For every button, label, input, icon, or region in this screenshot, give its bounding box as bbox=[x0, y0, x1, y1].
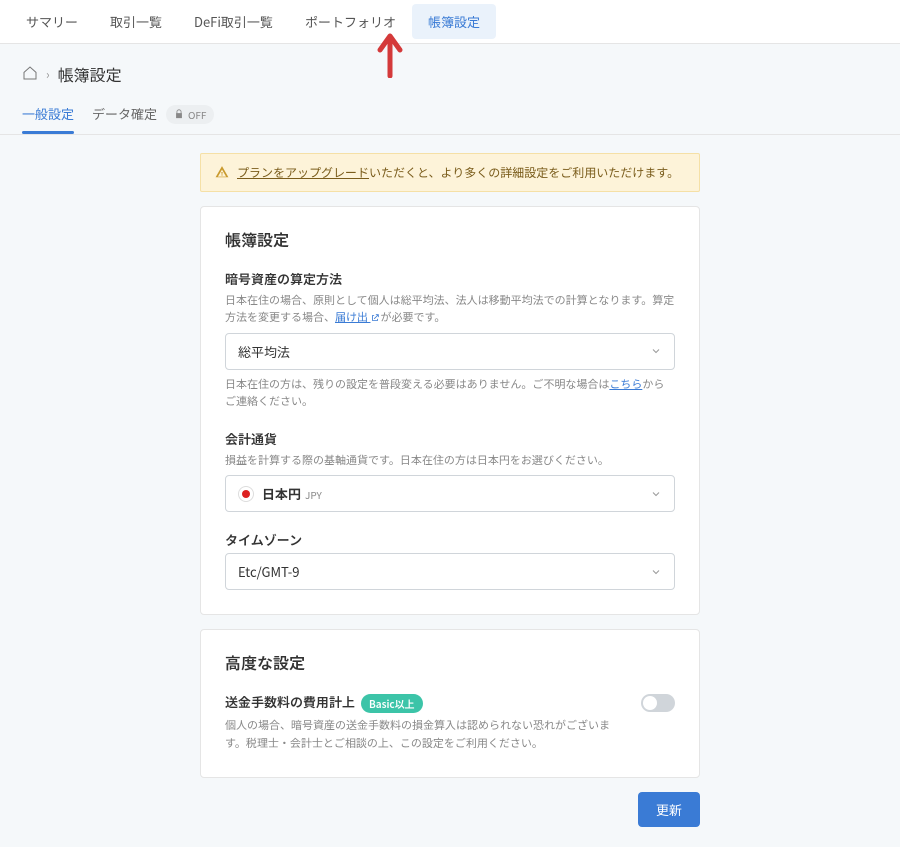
save-button[interactable]: 更新 bbox=[638, 792, 700, 827]
method-selected: 総平均法 bbox=[238, 342, 290, 361]
method-desc: 日本在住の場合、原則として個人は総平均法、法人は移動平均法での計算となります。算… bbox=[225, 292, 675, 327]
nav-transactions[interactable]: 取引一覧 bbox=[94, 0, 178, 43]
upgrade-link[interactable]: プランをアップグレード bbox=[237, 164, 369, 181]
nav-summary[interactable]: サマリー bbox=[10, 0, 94, 43]
method-field: 暗号資産の算定方法 日本在住の場合、原則として個人は総平均法、法人は移動平均法で… bbox=[225, 269, 675, 411]
method-select[interactable]: 総平均法 bbox=[225, 333, 675, 370]
fee-field: 送金手数料の費用計上Basic以上 個人の場合、暗号資産の送金手数料の損金算入は… bbox=[225, 692, 675, 758]
timezone-selected: Etc/GMT-9 bbox=[238, 562, 299, 581]
subtab-label: データ確定 bbox=[92, 104, 157, 123]
external-link-icon bbox=[370, 313, 380, 323]
upgrade-alert: プランをアップグレードいただくと、より多くの詳細設定をご利用いただけます。 bbox=[200, 153, 700, 192]
breadcrumb: › 帳簿設定 bbox=[0, 44, 900, 96]
currency-field: 会計通貨 損益を計算する際の基軸通貨です。日本在住の方は日本円をお選びください。… bbox=[225, 429, 675, 513]
currency-select[interactable]: 日本円 JPY bbox=[225, 475, 675, 512]
currency-code: JPY bbox=[305, 487, 322, 502]
lock-icon bbox=[174, 109, 184, 119]
alert-text: いただくと、より多くの詳細設定をご利用いただけます。 bbox=[369, 164, 679, 181]
fee-toggle[interactable] bbox=[641, 694, 675, 712]
breadcrumb-current: 帳簿設定 bbox=[58, 62, 122, 86]
timezone-field: タイムゾーン Etc/GMT-9 bbox=[225, 530, 675, 590]
breadcrumb-separator: › bbox=[46, 66, 50, 83]
home-icon[interactable] bbox=[22, 62, 38, 86]
content-area: プランをアップグレードいただくと、より多くの詳細設定をご利用いただけます。 帳簿… bbox=[0, 135, 900, 847]
currency-name: 日本円 bbox=[262, 484, 301, 503]
card-title: 高度な設定 bbox=[225, 650, 675, 674]
timezone-select[interactable]: Etc/GMT-9 bbox=[225, 553, 675, 590]
nav-defi[interactable]: DeFi取引一覧 bbox=[178, 0, 289, 43]
subtab-data-confirm[interactable]: データ確定 OFF bbox=[92, 96, 214, 134]
fee-desc: 個人の場合、暗号資産の送金手数料の損金算入は認められない恐れがございます。税理士… bbox=[225, 717, 629, 752]
currency-desc: 損益を計算する際の基軸通貨です。日本在住の方は日本円をお選びください。 bbox=[225, 452, 675, 470]
top-nav: サマリー 取引一覧 DeFi取引一覧 ポートフォリオ 帳簿設定 bbox=[0, 0, 900, 44]
subtab-general[interactable]: 一般設定 bbox=[22, 96, 74, 133]
card-title: 帳簿設定 bbox=[225, 227, 675, 251]
actions-row: 更新 bbox=[200, 792, 700, 847]
method-label: 暗号資産の算定方法 bbox=[225, 269, 675, 288]
timezone-label: タイムゾーン bbox=[225, 530, 675, 549]
warning-icon bbox=[215, 165, 229, 179]
nav-ledger-settings[interactable]: 帳簿設定 bbox=[412, 4, 496, 39]
contact-link[interactable]: こちら bbox=[609, 376, 642, 392]
nav-portfolio[interactable]: ポートフォリオ bbox=[289, 0, 412, 43]
advanced-settings-card: 高度な設定 送金手数料の費用計上Basic以上 個人の場合、暗号資産の送金手数料… bbox=[200, 629, 700, 777]
subtabs: 一般設定 データ確定 OFF bbox=[0, 96, 900, 135]
off-badge: OFF bbox=[166, 105, 214, 124]
ledger-settings-card: 帳簿設定 暗号資産の算定方法 日本在住の場合、原則として個人は総平均法、法人は移… bbox=[200, 206, 700, 616]
chevron-down-icon bbox=[650, 345, 662, 357]
plan-badge: Basic以上 bbox=[361, 694, 423, 713]
method-help: 日本在住の方は、残りの設定を普段変える必要はありません。ご不明な場合はこちらから… bbox=[225, 376, 675, 411]
chevron-down-icon bbox=[650, 488, 662, 500]
filing-link[interactable]: 届け出 bbox=[335, 309, 380, 325]
currency-label: 会計通貨 bbox=[225, 429, 675, 448]
fee-label: 送金手数料の費用計上Basic以上 bbox=[225, 692, 629, 713]
flag-jp-icon bbox=[238, 486, 254, 502]
chevron-down-icon bbox=[650, 566, 662, 578]
